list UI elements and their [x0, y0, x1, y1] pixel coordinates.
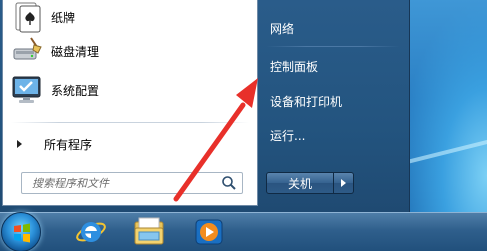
program-item-solitaire[interactable]: 纸牌	[11, 0, 249, 34]
menu-item-network[interactable]: 网络	[270, 16, 294, 40]
shutdown-group: 关机	[266, 172, 354, 194]
menu-item-devices-printers[interactable]: 设备和打印机	[270, 89, 342, 113]
disk-cleanup-icon	[11, 35, 43, 67]
menu-item-label: 网络	[270, 21, 295, 36]
windows-logo-icon	[14, 223, 30, 243]
program-item-disk-cleanup[interactable]: 磁盘清理	[11, 34, 249, 68]
all-programs-button[interactable]: 所有程序	[11, 133, 249, 155]
menu-item-control-panel[interactable]: 控制面板	[270, 54, 318, 78]
shutdown-label: 关机	[287, 176, 312, 191]
media-player-icon[interactable]	[193, 216, 225, 248]
all-programs-label: 所有程序	[44, 137, 93, 152]
program-item-system-config[interactable]: 系统配置	[11, 73, 249, 107]
windows-explorer-icon[interactable]	[133, 216, 165, 248]
system-config-icon	[11, 74, 43, 106]
start-menu: 纸牌 磁盘清理 系统配置 所有程序 搜索程序和文件 网络 控制面板 设备和打印机…	[0, 0, 410, 212]
solitaire-icon	[11, 1, 43, 33]
menu-item-run[interactable]: 运行...	[270, 123, 305, 147]
program-label: 磁盘清理	[51, 44, 100, 59]
menu-item-label: 控制面板	[270, 59, 319, 74]
program-label: 系统配置	[51, 83, 100, 98]
menu-item-label: 设备和打印机	[270, 94, 343, 109]
program-label: 纸牌	[51, 10, 76, 25]
shutdown-button[interactable]: 关机	[266, 172, 334, 194]
taskbar	[0, 212, 487, 251]
search-input[interactable]	[22, 174, 220, 192]
internet-explorer-icon[interactable]	[75, 216, 107, 248]
menu-item-label: 运行...	[270, 128, 306, 143]
chevron-right-icon	[341, 179, 346, 187]
divider	[11, 122, 249, 123]
start-menu-left-pane: 纸牌 磁盘清理 系统配置 所有程序 搜索程序和文件	[2, 0, 258, 206]
search-icon[interactable]	[220, 174, 238, 192]
triangle-right-icon	[17, 140, 22, 148]
divider	[266, 46, 400, 47]
search-box[interactable]	[21, 172, 243, 194]
start-button[interactable]	[1, 212, 41, 251]
shutdown-options-button[interactable]	[334, 172, 354, 194]
